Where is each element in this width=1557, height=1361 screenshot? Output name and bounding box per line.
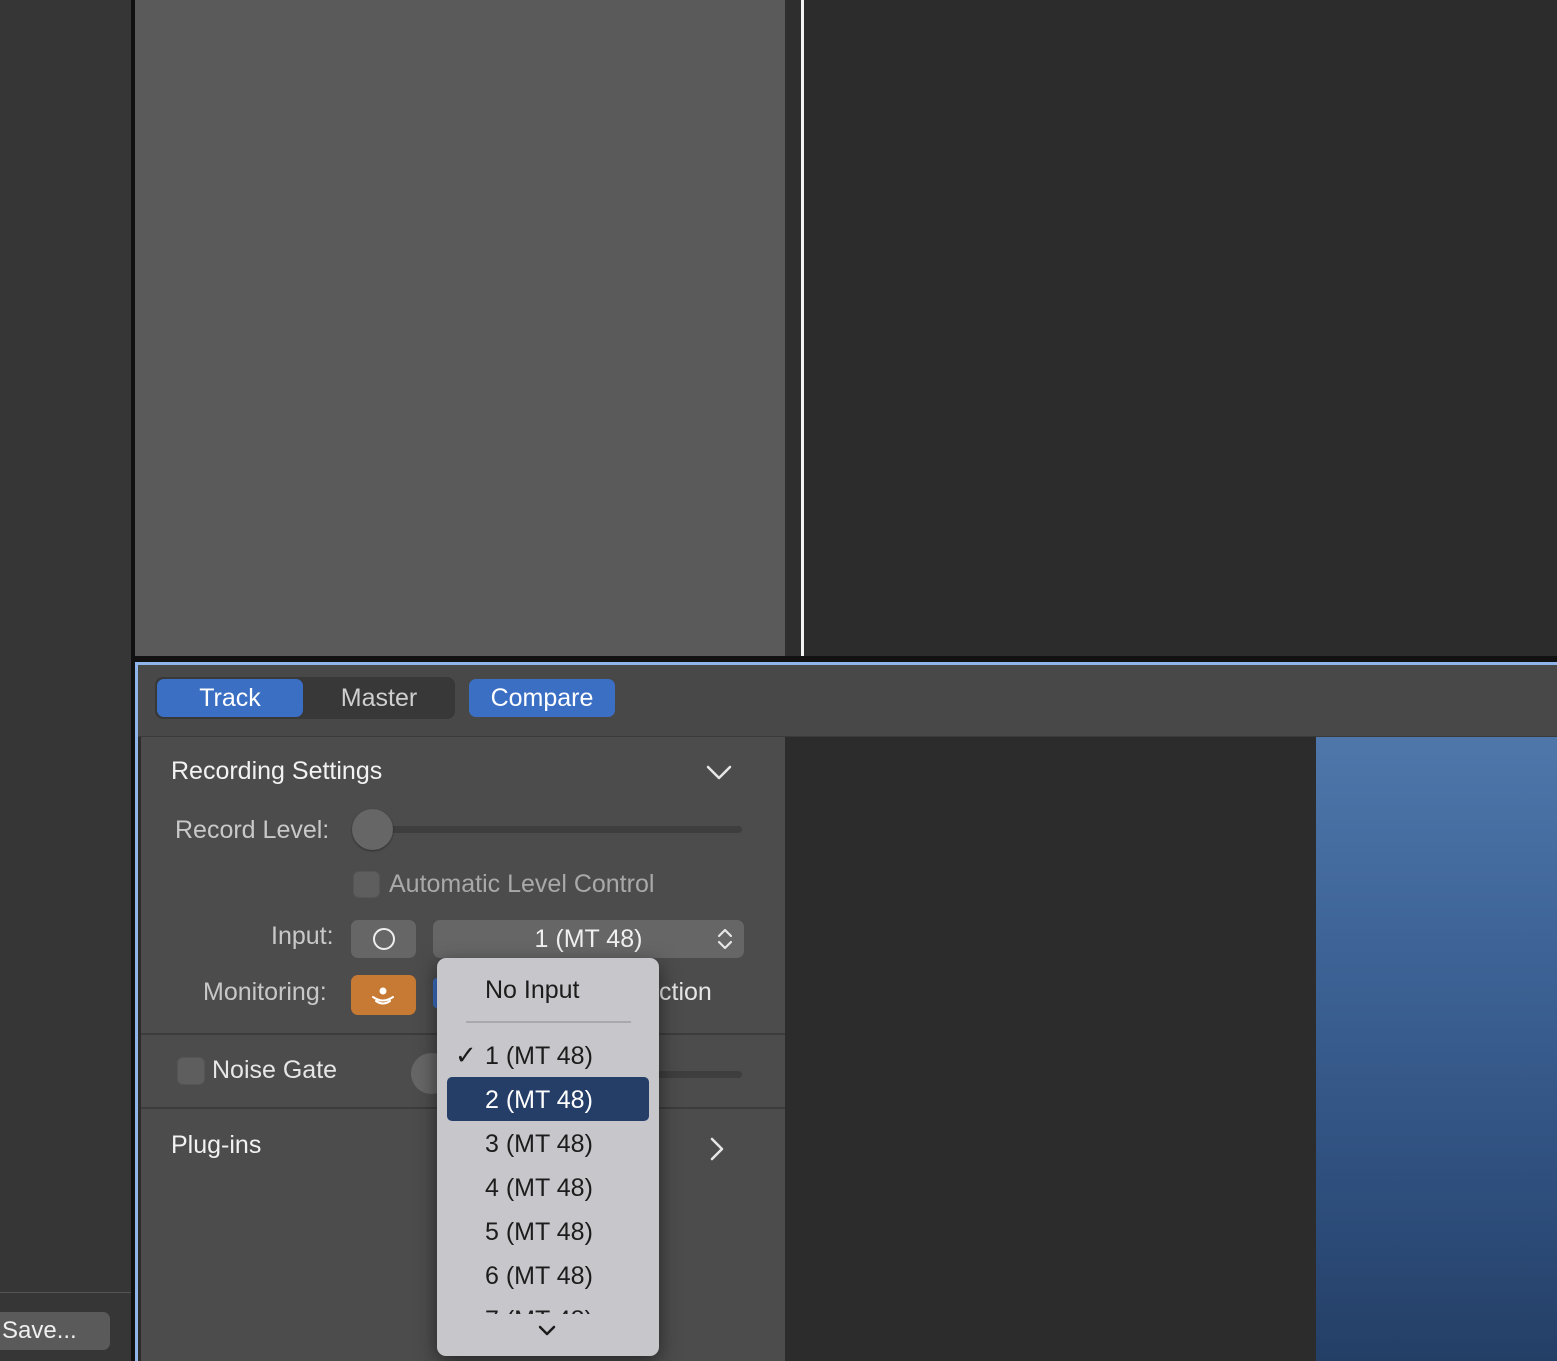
monitoring-icon <box>372 987 394 1005</box>
chevron-down-icon[interactable] <box>704 760 734 784</box>
record-level-knob[interactable] <box>352 809 393 850</box>
tracks-area <box>804 0 1557 656</box>
record-level-label: Record Level: <box>175 816 330 844</box>
menu-item-input-2[interactable]: 2 (MT 48) <box>437 1078 659 1122</box>
plugins-title[interactable]: Plug-ins <box>171 1131 261 1160</box>
menu-item-clipped-wrapper: 7 (MT 48) <box>437 1300 659 1314</box>
monitoring-label: Monitoring: <box>203 978 327 1006</box>
pitch-correction-label: ction <box>659 978 712 1006</box>
menu-item-input-5[interactable]: 5 (MT 48) <box>437 1210 659 1254</box>
noise-gate-checkbox[interactable] <box>177 1057 205 1085</box>
compare-button[interactable]: Compare <box>469 679 615 717</box>
input-select-value: 1 (MT 48) <box>534 925 643 953</box>
tab-master[interactable]: Master <box>305 679 453 717</box>
instrument-image <box>1316 737 1557 1361</box>
menu-item-no-input[interactable]: No Input <box>437 968 659 1012</box>
save-button[interactable]: Save... <box>0 1312 110 1350</box>
noise-gate-label: Noise Gate <box>212 1056 338 1084</box>
tab-track[interactable]: Track <box>157 679 303 717</box>
scroll-down-icon[interactable] <box>537 1323 557 1339</box>
circle-icon <box>373 928 395 950</box>
input-label: Input: <box>271 922 334 950</box>
divider <box>0 1292 131 1293</box>
menu-item-input-4[interactable]: 4 (MT 48) <box>437 1166 659 1210</box>
alc-label: Automatic Level Control <box>389 870 655 898</box>
chevron-right-icon[interactable] <box>705 1135 727 1163</box>
menu-item-input-1[interactable]: 1 (MT 48) <box>437 1034 659 1078</box>
menu-item-input-3[interactable]: 3 (MT 48) <box>437 1122 659 1166</box>
menu-separator <box>466 1021 631 1023</box>
library-panel <box>0 0 131 1361</box>
track-header-area <box>135 0 785 656</box>
menu-item-input-7[interactable]: 7 (MT 48) <box>437 1300 659 1314</box>
divider <box>785 0 801 656</box>
recording-settings-title[interactable]: Recording Settings <box>171 757 382 786</box>
menu-item-input-6[interactable]: 6 (MT 48) <box>437 1254 659 1298</box>
alc-checkbox[interactable] <box>353 871 380 898</box>
up-down-chevron-icon <box>717 928 733 950</box>
record-level-slider[interactable] <box>372 826 742 833</box>
